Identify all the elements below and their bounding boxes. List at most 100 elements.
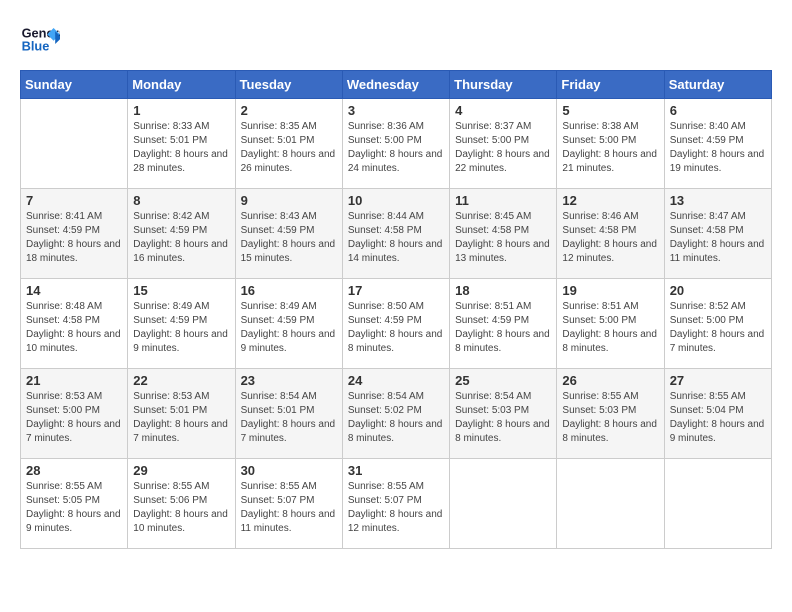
day-number: 24: [348, 373, 444, 388]
col-header-friday: Friday: [557, 71, 664, 99]
day-cell: 11 Sunrise: 8:45 AMSunset: 4:58 PMDayligh…: [450, 189, 557, 279]
day-number: 5: [562, 103, 658, 118]
svg-text:Blue: Blue: [22, 38, 50, 53]
day-info: Sunrise: 8:43 AMSunset: 4:59 PMDaylight:…: [241, 210, 337, 266]
day-cell: 19 Sunrise: 8:51 AMSunset: 5:00 PMDayligh…: [557, 279, 664, 369]
day-number: 20: [670, 283, 766, 298]
calendar: SundayMondayTuesdayWednesdayThursdayFrid…: [20, 70, 772, 549]
day-info: Sunrise: 8:33 AMSunset: 5:01 PMDaylight:…: [133, 120, 229, 176]
day-info: Sunrise: 8:55 AMSunset: 5:04 PMDaylight:…: [670, 390, 766, 446]
day-info: Sunrise: 8:55 AMSunset: 5:06 PMDaylight:…: [133, 480, 229, 536]
logo: General Blue: [20, 20, 66, 60]
day-number: 4: [455, 103, 551, 118]
day-cell: 12 Sunrise: 8:46 AMSunset: 4:58 PMDayligh…: [557, 189, 664, 279]
day-number: 1: [133, 103, 229, 118]
day-info: Sunrise: 8:45 AMSunset: 4:58 PMDaylight:…: [455, 210, 551, 266]
day-info: Sunrise: 8:51 AMSunset: 5:00 PMDaylight:…: [562, 300, 658, 356]
day-number: 19: [562, 283, 658, 298]
day-cell: 10 Sunrise: 8:44 AMSunset: 4:58 PMDayligh…: [342, 189, 449, 279]
day-cell: 24 Sunrise: 8:54 AMSunset: 5:02 PMDayligh…: [342, 369, 449, 459]
day-info: Sunrise: 8:55 AMSunset: 5:03 PMDaylight:…: [562, 390, 658, 446]
day-cell: 5 Sunrise: 8:38 AMSunset: 5:00 PMDaylight…: [557, 99, 664, 189]
day-info: Sunrise: 8:54 AMSunset: 5:02 PMDaylight:…: [348, 390, 444, 446]
day-cell: 14 Sunrise: 8:48 AMSunset: 4:58 PMDayligh…: [21, 279, 128, 369]
day-cell: 4 Sunrise: 8:37 AMSunset: 5:00 PMDaylight…: [450, 99, 557, 189]
col-header-wednesday: Wednesday: [342, 71, 449, 99]
day-info: Sunrise: 8:48 AMSunset: 4:58 PMDaylight:…: [26, 300, 122, 356]
day-info: Sunrise: 8:53 AMSunset: 5:00 PMDaylight:…: [26, 390, 122, 446]
day-cell: 13Sunrise: 8:47 AMSunset: 4:58 PMDayligh…: [664, 189, 771, 279]
day-info: Sunrise: 8:52 AMSunset: 5:00 PMDaylight:…: [670, 300, 766, 356]
day-cell: 20 Sunrise: 8:52 AMSunset: 5:00 PMDayligh…: [664, 279, 771, 369]
day-info: Sunrise: 8:38 AMSunset: 5:00 PMDaylight:…: [562, 120, 658, 176]
day-number: 9: [241, 193, 337, 208]
logo-icon: General Blue: [20, 20, 60, 60]
day-info: Sunrise: 8:55 AMSunset: 5:05 PMDaylight:…: [26, 480, 122, 536]
day-number: 23: [241, 373, 337, 388]
day-info: Sunrise: 8:37 AMSunset: 5:00 PMDaylight:…: [455, 120, 551, 176]
day-cell: 25 Sunrise: 8:54 AMSunset: 5:03 PMDayligh…: [450, 369, 557, 459]
day-info: Sunrise: 8:54 AMSunset: 5:03 PMDaylight:…: [455, 390, 551, 446]
day-info: Sunrise: 8:42 AMSunset: 4:59 PMDaylight:…: [133, 210, 229, 266]
day-number: 17: [348, 283, 444, 298]
day-number: 21: [26, 373, 122, 388]
day-number: 16: [241, 283, 337, 298]
day-info: Sunrise: 8:51 AMSunset: 4:59 PMDaylight:…: [455, 300, 551, 356]
day-cell: 27 Sunrise: 8:55 AMSunset: 5:04 PMDayligh…: [664, 369, 771, 459]
day-cell: 6Sunrise: 8:40 AMSunset: 4:59 PMDaylight…: [664, 99, 771, 189]
header: General Blue: [20, 20, 772, 60]
col-header-tuesday: Tuesday: [235, 71, 342, 99]
col-header-thursday: Thursday: [450, 71, 557, 99]
col-header-saturday: Saturday: [664, 71, 771, 99]
day-cell: 8 Sunrise: 8:42 AMSunset: 4:59 PMDaylight…: [128, 189, 235, 279]
day-number: 26: [562, 373, 658, 388]
day-cell: 22Sunrise: 8:53 AMSunset: 5:01 PMDayligh…: [128, 369, 235, 459]
day-number: 30: [241, 463, 337, 478]
day-info: Sunrise: 8:36 AMSunset: 5:00 PMDaylight:…: [348, 120, 444, 176]
day-cell: [21, 99, 128, 189]
week-row-3: 21 Sunrise: 8:53 AMSunset: 5:00 PMDayligh…: [21, 369, 772, 459]
day-cell: 1 Sunrise: 8:33 AMSunset: 5:01 PMDaylight…: [128, 99, 235, 189]
day-number: 25: [455, 373, 551, 388]
day-cell: 30 Sunrise: 8:55 AMSunset: 5:07 PMDayligh…: [235, 459, 342, 549]
day-number: 11: [455, 193, 551, 208]
day-number: 29: [133, 463, 229, 478]
day-info: Sunrise: 8:35 AMSunset: 5:01 PMDaylight:…: [241, 120, 337, 176]
day-number: 12: [562, 193, 658, 208]
day-cell: [450, 459, 557, 549]
day-number: 31: [348, 463, 444, 478]
day-cell: 15 Sunrise: 8:49 AMSunset: 4:59 PMDayligh…: [128, 279, 235, 369]
day-number: 27: [670, 373, 766, 388]
day-number: 15: [133, 283, 229, 298]
day-number: 2: [241, 103, 337, 118]
col-header-monday: Monday: [128, 71, 235, 99]
day-cell: 31 Sunrise: 8:55 AMSunset: 5:07 PMDayligh…: [342, 459, 449, 549]
day-info: Sunrise: 8:41 AMSunset: 4:59 PMDaylight:…: [26, 210, 122, 266]
day-cell: 29 Sunrise: 8:55 AMSunset: 5:06 PMDayligh…: [128, 459, 235, 549]
day-cell: [557, 459, 664, 549]
day-info: Sunrise: 8:46 AMSunset: 4:58 PMDaylight:…: [562, 210, 658, 266]
day-info: Sunrise: 8:49 AMSunset: 4:59 PMDaylight:…: [241, 300, 337, 356]
day-info: Sunrise: 8:49 AMSunset: 4:59 PMDaylight:…: [133, 300, 229, 356]
day-info: Sunrise: 8:44 AMSunset: 4:58 PMDaylight:…: [348, 210, 444, 266]
day-number: 14: [26, 283, 122, 298]
week-row-1: 7 Sunrise: 8:41 AMSunset: 4:59 PMDaylight…: [21, 189, 772, 279]
day-cell: 9 Sunrise: 8:43 AMSunset: 4:59 PMDaylight…: [235, 189, 342, 279]
day-cell: 28Sunrise: 8:55 AMSunset: 5:05 PMDayligh…: [21, 459, 128, 549]
week-row-4: 28Sunrise: 8:55 AMSunset: 5:05 PMDayligh…: [21, 459, 772, 549]
day-cell: 16 Sunrise: 8:49 AMSunset: 4:59 PMDayligh…: [235, 279, 342, 369]
day-number: 3: [348, 103, 444, 118]
day-number: 8: [133, 193, 229, 208]
day-cell: [664, 459, 771, 549]
day-number: 6: [670, 103, 766, 118]
day-info: Sunrise: 8:55 AMSunset: 5:07 PMDaylight:…: [241, 480, 337, 536]
day-cell: 3 Sunrise: 8:36 AMSunset: 5:00 PMDaylight…: [342, 99, 449, 189]
day-number: 18: [455, 283, 551, 298]
col-header-sunday: Sunday: [21, 71, 128, 99]
day-number: 22: [133, 373, 229, 388]
day-number: 7: [26, 193, 122, 208]
week-row-0: 1 Sunrise: 8:33 AMSunset: 5:01 PMDaylight…: [21, 99, 772, 189]
day-info: Sunrise: 8:55 AMSunset: 5:07 PMDaylight:…: [348, 480, 444, 536]
day-number: 10: [348, 193, 444, 208]
calendar-header-row: SundayMondayTuesdayWednesdayThursdayFrid…: [21, 71, 772, 99]
